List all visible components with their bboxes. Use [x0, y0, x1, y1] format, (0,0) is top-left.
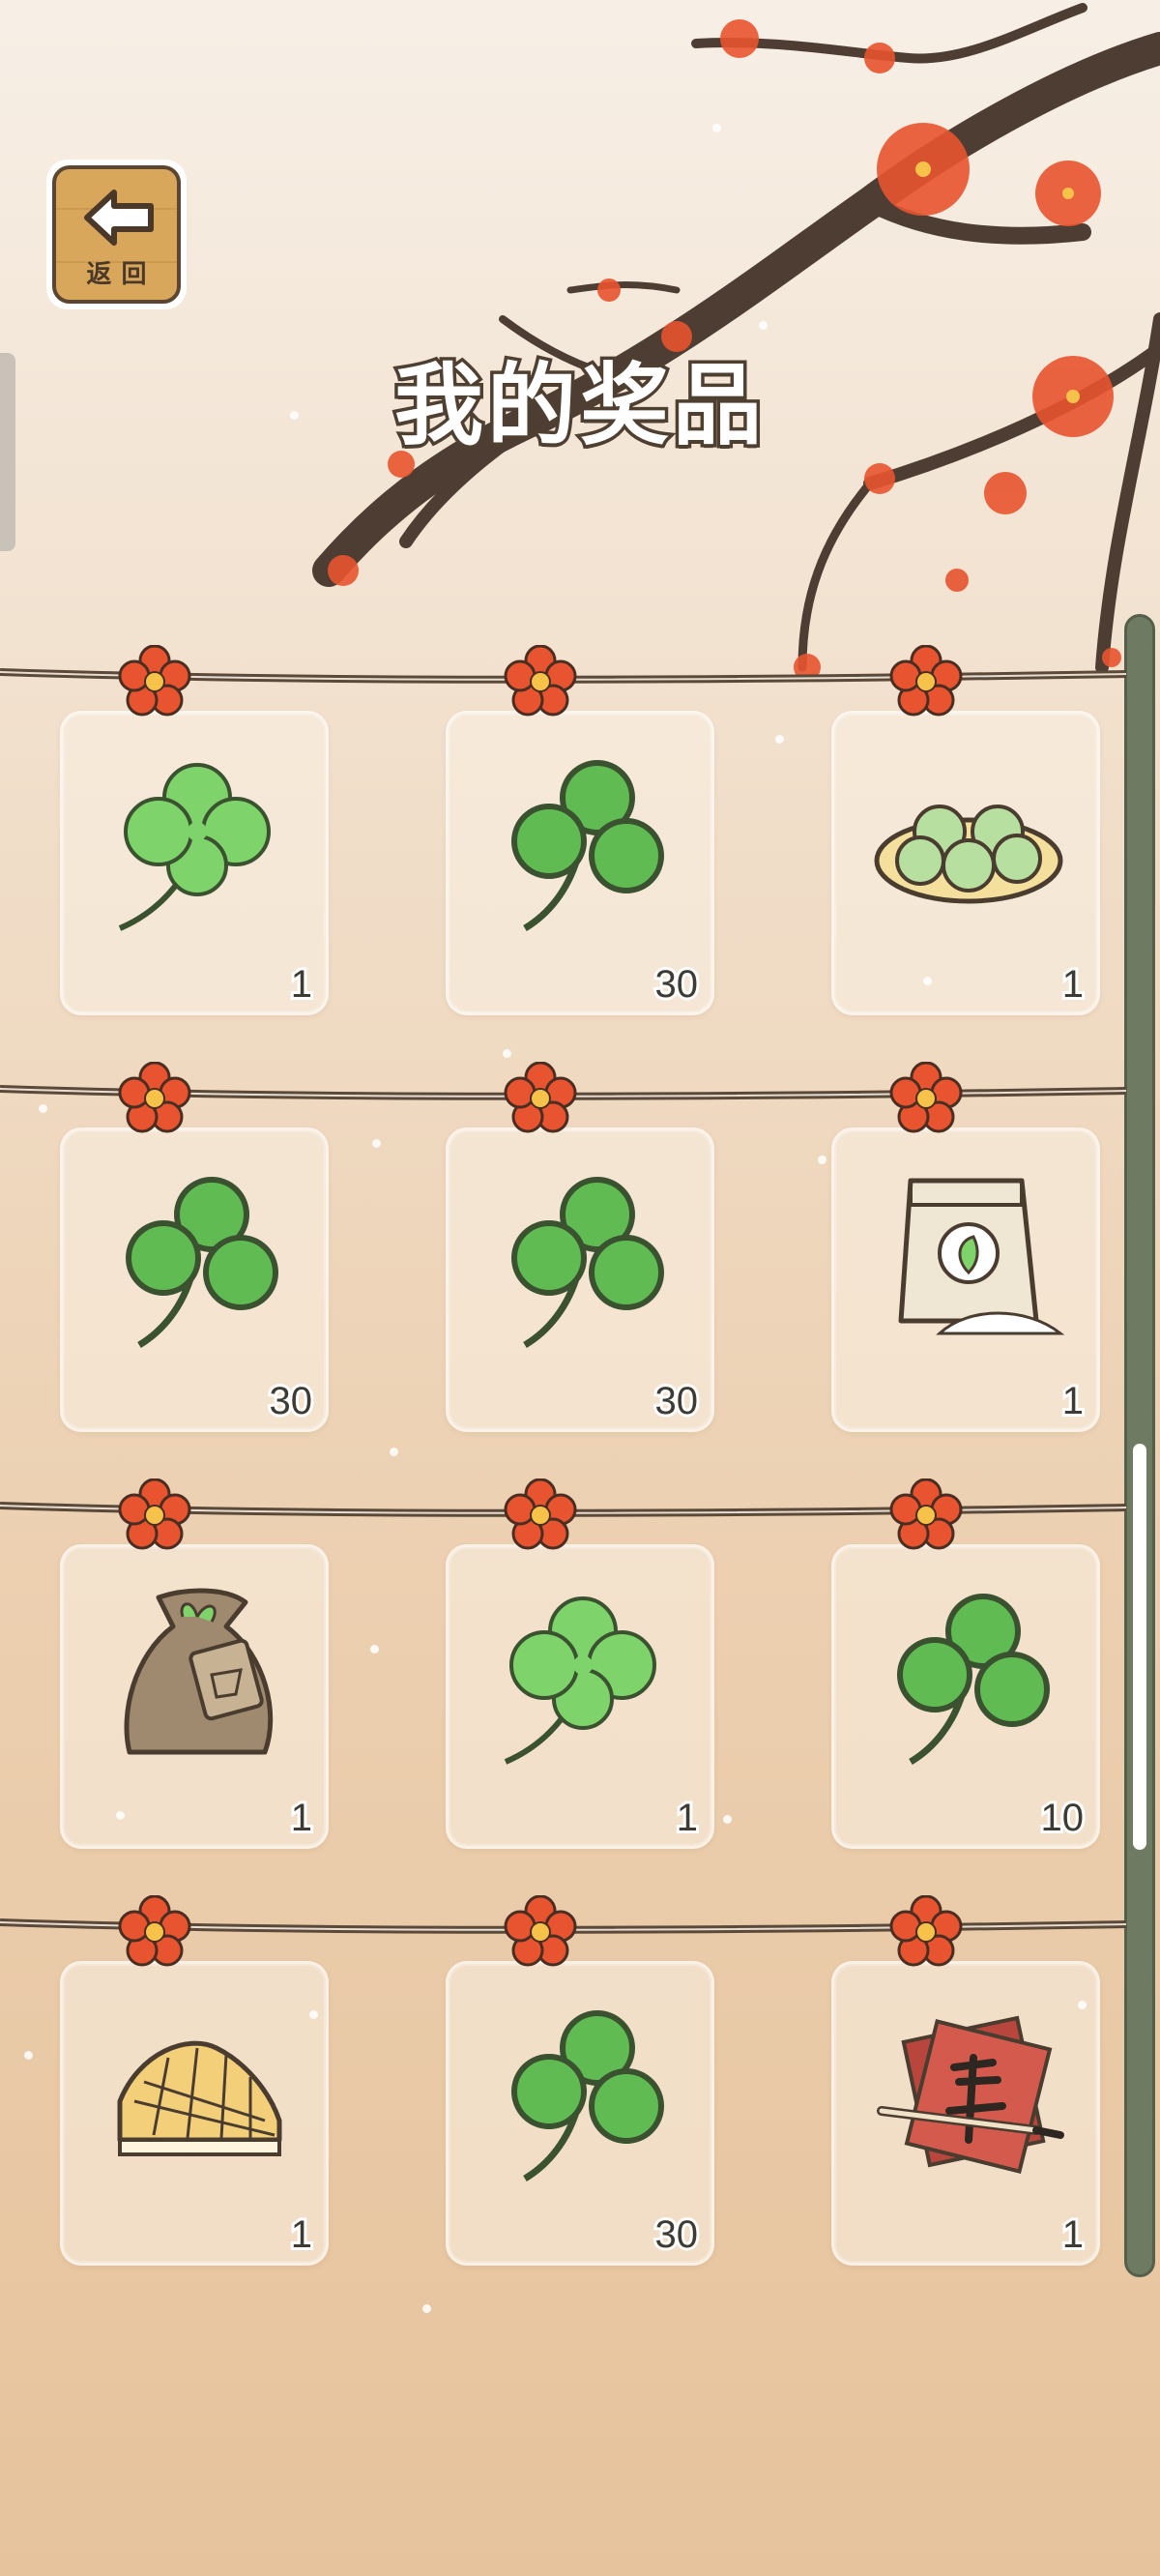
prize-card[interactable]: 1 — [60, 1961, 329, 2266]
prize-card[interactable]: 30 — [446, 1961, 714, 2266]
snowflake — [923, 977, 932, 985]
prize-count: 1 — [1059, 1377, 1087, 1425]
four-leaf-clover-icon — [504, 1596, 656, 1765]
plum-blossom-clip-icon — [504, 644, 577, 718]
three-leaf-clover-icon — [511, 760, 664, 932]
snowflake — [759, 321, 768, 330]
page-title: 我的奖品 — [391, 354, 766, 459]
three-leaf-clover-icon — [511, 1177, 664, 1349]
snowflake — [723, 1815, 732, 1824]
three-leaf-clover-icon — [126, 1177, 278, 1349]
plum-blossom-clip-icon — [118, 1478, 191, 1552]
back-button[interactable]: 返回 — [46, 160, 187, 309]
prize-card[interactable]: 1 — [831, 1961, 1100, 2266]
mochi-plate-icon — [874, 805, 1063, 904]
waffle-icon — [117, 2040, 282, 2156]
prize-count: 30 — [267, 1377, 315, 1425]
prize-count: 1 — [1059, 960, 1087, 1009]
three-leaf-clover-icon — [897, 1594, 1050, 1766]
prize-count: 1 — [288, 1794, 315, 1842]
scrollbar-thumb[interactable] — [1133, 1444, 1146, 1850]
prize-count: 1 — [674, 1794, 701, 1842]
back-arrow-icon — [84, 190, 154, 246]
snowflake — [390, 1448, 398, 1456]
plum-blossom-clip-icon — [118, 1894, 191, 1969]
snowflake — [290, 411, 299, 420]
prize-count: 30 — [652, 1377, 701, 1425]
plum-blossom-clip-icon — [889, 1478, 963, 1552]
seed-sack-icon — [124, 1588, 274, 1755]
prize-card[interactable]: 30 — [446, 1127, 714, 1432]
back-button-label: 返回 — [86, 259, 157, 288]
plum-blossom-clip-icon — [889, 1061, 963, 1135]
plum-blossom-clip-icon — [889, 644, 963, 718]
plum-blossom-clip-icon — [118, 644, 191, 718]
prize-count: 30 — [652, 2210, 701, 2259]
prize-count: 1 — [288, 2210, 315, 2259]
prize-card[interactable]: 1 — [60, 1544, 329, 1849]
snowflake — [116, 1811, 125, 1820]
prize-count: 30 — [652, 960, 701, 1009]
snowflake — [24, 2051, 33, 2060]
snowflake — [1078, 2001, 1087, 2009]
snowflake — [309, 2010, 318, 2019]
prize-card[interactable]: 1 — [60, 711, 329, 1015]
plum-blossom-clip-icon — [504, 1061, 577, 1135]
prize-count: 1 — [1059, 2210, 1087, 2259]
snowflake — [712, 124, 721, 132]
calligraphy-paper-icon — [877, 2015, 1064, 2175]
prize-count: 1 — [288, 960, 315, 1009]
plum-blossom-clip-icon — [889, 1894, 963, 1969]
prize-card[interactable]: 30 — [60, 1127, 329, 1432]
plum-blossom-clip-icon — [118, 1061, 191, 1135]
plum-blossom-clip-icon — [504, 1478, 577, 1552]
four-leaf-clover-icon — [118, 763, 271, 931]
flour-bag-icon — [898, 1178, 1065, 1335]
snowflake — [503, 1049, 511, 1058]
snowflake — [370, 1645, 379, 1654]
scrollbar[interactable] — [1124, 614, 1155, 2277]
snowflake — [775, 735, 784, 744]
prize-card[interactable]: 30 — [446, 711, 714, 1015]
prize-card[interactable]: 1 — [831, 1127, 1100, 1432]
prize-card[interactable]: 1 — [831, 711, 1100, 1015]
three-leaf-clover-icon — [511, 2010, 664, 2182]
prize-count: 10 — [1038, 1794, 1087, 1842]
snowflake — [422, 2304, 431, 2313]
snowflake — [39, 1104, 47, 1113]
snowflake — [818, 1156, 826, 1164]
prize-card[interactable]: 10 — [831, 1544, 1100, 1849]
snowflake — [372, 1139, 381, 1148]
plum-blossom-clip-icon — [504, 1894, 577, 1969]
prize-card[interactable]: 1 — [446, 1544, 714, 1849]
